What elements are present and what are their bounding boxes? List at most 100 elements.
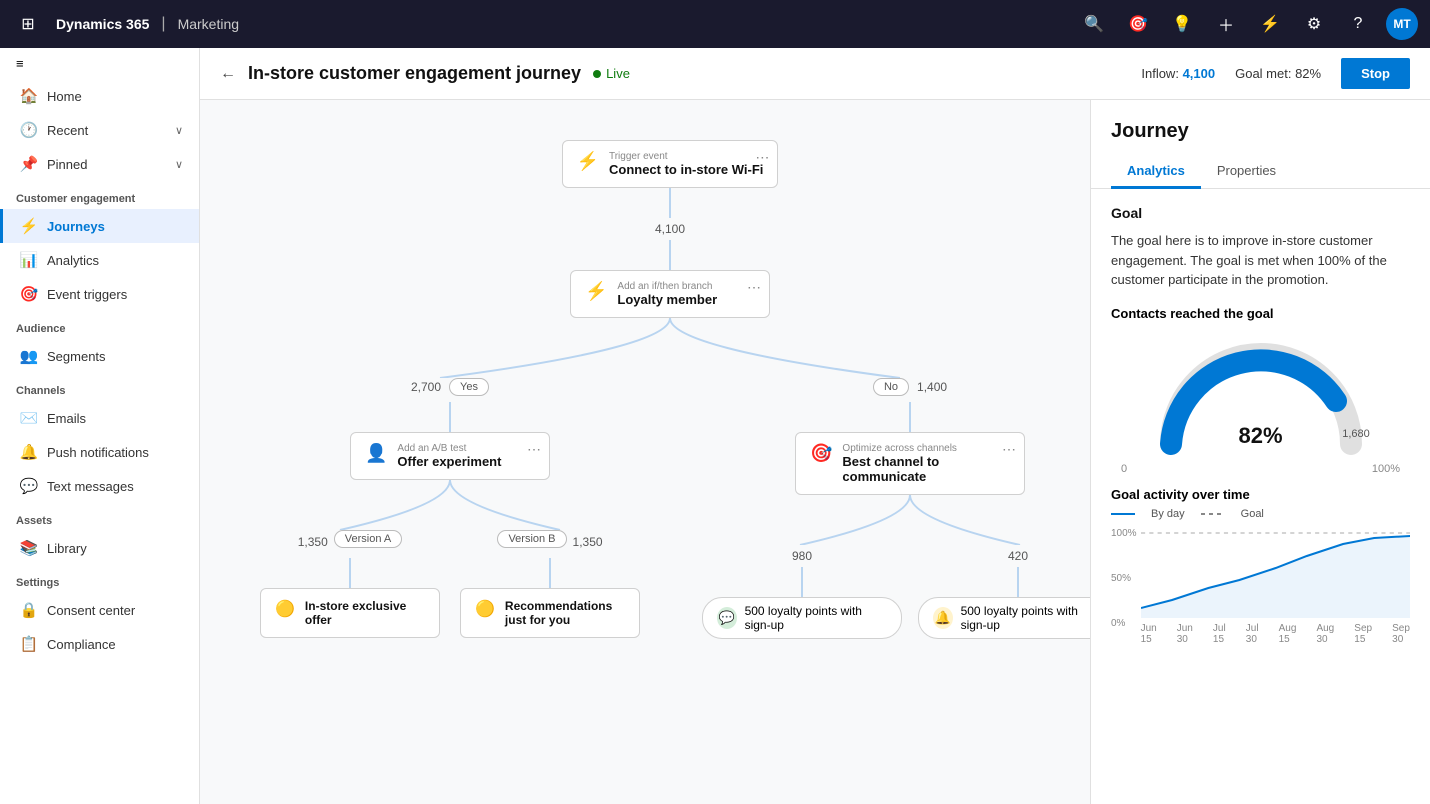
tab-analytics[interactable]: Analytics: [1111, 155, 1201, 189]
sidebar-item-text-messages[interactable]: 💬 Text messages: [0, 469, 199, 503]
channel-b-label: 500 loyalty points with sign-up: [961, 604, 1090, 632]
connector-2: [669, 240, 671, 270]
sidebar-item-label: Library: [47, 541, 87, 556]
segments-icon: 👥: [19, 347, 39, 365]
lightbulb-icon[interactable]: 💡: [1166, 8, 1198, 40]
header-bar: ← In-store customer engagement journey L…: [200, 48, 1430, 100]
optimize-split-connector: [720, 495, 1090, 545]
plus-icon[interactable]: ＋: [1210, 8, 1242, 40]
grid-icon[interactable]: ⊞: [12, 8, 44, 40]
channel-a-node[interactable]: 💬 500 loyalty points with sign-up: [702, 597, 902, 639]
section-assets: Assets: [0, 503, 199, 531]
x-label-2: Jun30: [1177, 623, 1193, 645]
sidebar-item-label: Pinned: [47, 157, 87, 172]
y-label-50: 50%: [1111, 573, 1137, 584]
trigger-node-title: Connect to in-store Wi-Fi: [609, 162, 763, 177]
recs-icon: 🟡: [475, 599, 495, 619]
inflow-count-label: 4,100: [655, 222, 685, 236]
contacts-title: Contacts reached the goal: [1111, 306, 1410, 321]
consent-icon: 🔒: [19, 601, 39, 619]
recs-node[interactable]: 🟡 Recommendations just for you: [460, 588, 640, 638]
ab-split-connector: [240, 480, 660, 530]
journey-flow: ⚡ Trigger event Connect to in-store Wi-F…: [220, 120, 1090, 659]
sidebar-item-home[interactable]: 🏠 Home: [0, 79, 199, 113]
trigger-icon: ⚡: [577, 151, 599, 172]
sidebar-item-label: Consent center: [47, 603, 135, 618]
gear-icon[interactable]: ⚙: [1298, 8, 1330, 40]
line-chart-wrapper: Jun15 Jun30 Jul15 Jul30 Aug15 Aug30 Sep1…: [1141, 528, 1410, 647]
sidebar-item-pinned[interactable]: 📌 Pinned ∨: [0, 147, 199, 181]
target-icon[interactable]: 🎯: [1122, 8, 1154, 40]
back-button[interactable]: ←: [220, 65, 236, 83]
version-row: 1,350 Version A 🟡 In-store exclusive off…: [240, 530, 660, 638]
branch-node-title: Loyalty member: [617, 292, 717, 307]
legend-line-dashed: [1201, 513, 1225, 515]
sidebar-item-label: Text messages: [47, 479, 134, 494]
version-a-branch: 1,350 Version A 🟡 In-store exclusive off…: [260, 530, 440, 638]
sidebar-item-event-triggers[interactable]: 🎯 Event triggers: [0, 277, 199, 311]
instore-offer-node[interactable]: 🟡 In-store exclusive offer: [260, 588, 440, 638]
sidebar-item-push-notifications[interactable]: 🔔 Push notifications: [0, 435, 199, 469]
chart-x-labels: Jun15 Jun30 Jul15 Jul30 Aug15 Aug30 Sep1…: [1141, 621, 1410, 647]
filter-icon[interactable]: ⚡: [1254, 8, 1286, 40]
sidebar-item-segments[interactable]: 👥 Segments: [0, 339, 199, 373]
sidebar-item-consent-center[interactable]: 🔒 Consent center: [0, 593, 199, 627]
optimize-title: Best channel to communicate: [842, 454, 1010, 484]
donut-center-label: 82%: [1238, 423, 1282, 449]
optimize-menu[interactable]: ⋯: [1002, 441, 1016, 458]
version-a-left-count: 1,350: [298, 535, 328, 549]
right-panel: Journey Analytics Properties Goal The go…: [1090, 100, 1430, 804]
goal-section-title: Goal: [1111, 205, 1410, 221]
optimize-node[interactable]: 🎯 Optimize across channels Best channel …: [795, 432, 1025, 495]
svg-text:1,680: 1,680: [1342, 428, 1370, 440]
search-icon[interactable]: 🔍: [1078, 8, 1110, 40]
sidebar-item-library[interactable]: 📚 Library: [0, 531, 199, 565]
help-icon[interactable]: ?: [1342, 8, 1374, 40]
branch-node[interactable]: ⚡ Add an if/then branch Loyalty member ⋯: [570, 270, 770, 318]
section-audience: Audience: [0, 311, 199, 339]
tab-properties[interactable]: Properties: [1201, 155, 1292, 189]
channel-b-branch: 420 🔔 500 loyalty points with sign-up: [918, 545, 1090, 639]
ab-test-node[interactable]: 👤 Add an A/B test Offer experiment ⋯: [350, 432, 550, 480]
branch-split-connector: [240, 318, 1090, 378]
branch-icon: ⚡: [585, 281, 607, 302]
inflow-label: Inflow:: [1141, 66, 1179, 81]
channel-b-icon: 🔔: [933, 607, 953, 629]
sidebar-item-analytics[interactable]: 📊 Analytics: [0, 243, 199, 277]
branch-row: 2,700 Yes 👤 Add an A/B test Offer experi…: [240, 378, 1090, 639]
version-b-tag: Version B: [497, 530, 566, 548]
branch-menu-icon[interactable]: ⋯: [747, 279, 761, 296]
sidebar-item-journeys[interactable]: ⚡ Journeys: [0, 209, 199, 243]
sidebar-collapse-button[interactable]: ≡: [0, 48, 199, 79]
home-icon: 🏠: [19, 87, 39, 105]
ab-test-title: Offer experiment: [397, 454, 501, 469]
sidebar-item-recent[interactable]: 🕐 Recent ∨: [0, 113, 199, 147]
donut-chart-container: 1,680 82%: [1111, 329, 1410, 459]
x-label-5: Aug15: [1279, 623, 1297, 645]
section-channels: Channels: [0, 373, 199, 401]
recent-icon: 🕐: [19, 121, 39, 139]
trigger-node[interactable]: ⚡ Trigger event Connect to in-store Wi-F…: [562, 140, 779, 188]
yes-connector: [449, 402, 451, 432]
user-avatar[interactable]: MT: [1386, 8, 1418, 40]
sidebar-item-compliance[interactable]: 📋 Compliance: [0, 627, 199, 661]
ab-test-menu[interactable]: ⋯: [527, 441, 541, 458]
sidebar-item-emails[interactable]: ✉️ Emails: [0, 401, 199, 435]
donut-axis: 0 100%: [1121, 463, 1400, 475]
stop-button[interactable]: Stop: [1341, 58, 1410, 89]
channel-a-branch: 980 💬 500 loyalty points with sign-up: [702, 545, 902, 639]
chevron-down-icon: ∨: [175, 158, 183, 171]
panel-tabs: Analytics Properties: [1091, 143, 1430, 189]
channel-a-icon: 💬: [717, 607, 737, 629]
trigger-menu-icon[interactable]: ⋯: [755, 149, 769, 166]
legend-line-solid: [1111, 513, 1135, 515]
top-navigation: ⊞ Dynamics 365 | Marketing 🔍 🎯 💡 ＋ ⚡ ⚙ ?…: [0, 0, 1430, 48]
sidebar-item-label: Home: [47, 89, 82, 104]
journey-canvas[interactable]: ⚡ Trigger event Connect to in-store Wi-F…: [200, 100, 1090, 804]
trigger-node-label: Trigger event: [609, 151, 763, 162]
version-a-tag: Version A: [334, 530, 402, 548]
sidebar-item-label: Emails: [47, 411, 86, 426]
channel-b-node[interactable]: 🔔 500 loyalty points with sign-up: [918, 597, 1090, 639]
x-label-8: Sep30: [1392, 623, 1410, 645]
sidebar-item-label: Recent: [47, 123, 88, 138]
